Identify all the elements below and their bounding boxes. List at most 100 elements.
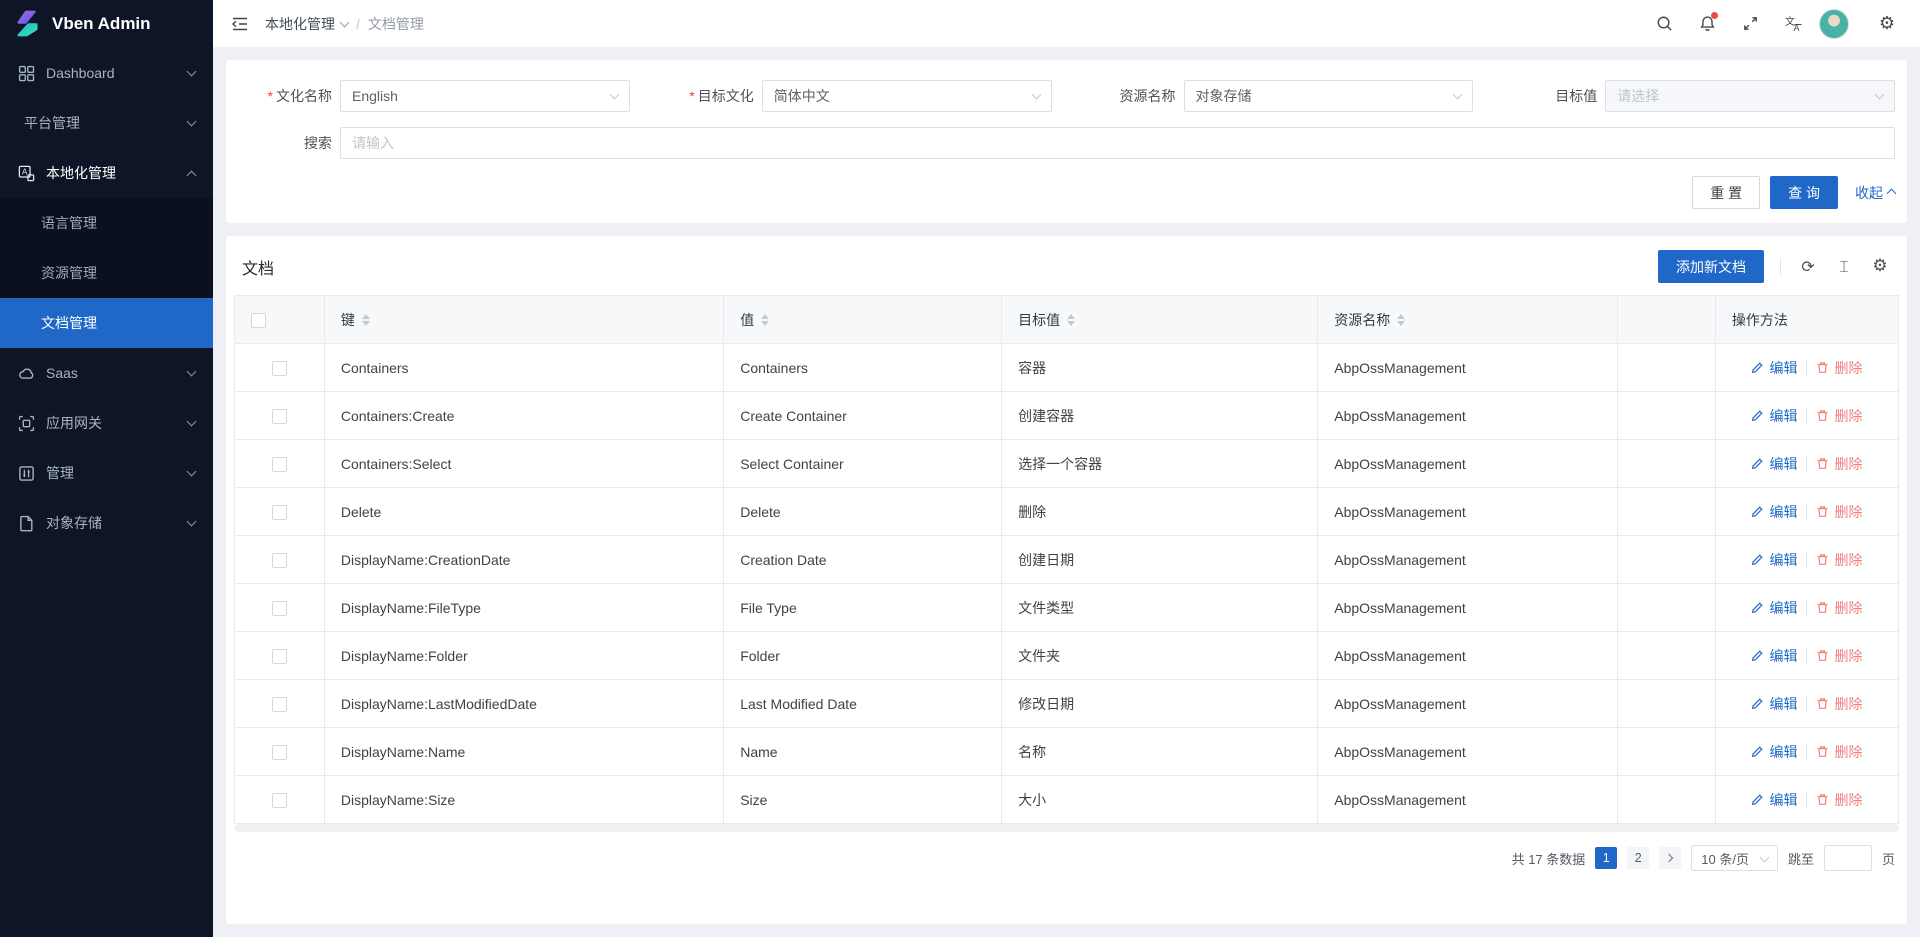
sidebar: Vben Admin Dashboard 平台管理 A 本地化管理 [0,0,213,937]
target-value-select[interactable]: 请选择 [1605,80,1895,112]
cell-value: Folder [724,632,1002,680]
settings-gear-icon[interactable]: ⚙ [1870,7,1904,41]
table-row[interactable]: DisplayName:Size Size 大小 AbpOssManagemen… [235,776,1899,824]
table-row[interactable]: DisplayName:FileType File Type 文件类型 AbpO… [235,584,1899,632]
filter-actions: 重 置 查 询 收起 [226,176,1895,209]
page-button-1[interactable]: 1 [1595,847,1617,869]
delete-button[interactable]: 删除 [1816,742,1862,762]
jump-prefix-label: 跳至 [1788,849,1814,868]
row-checkbox[interactable] [272,697,287,712]
sidebar-item-gateway[interactable]: 应用网关 [0,398,213,448]
row-checkbox[interactable] [272,361,287,376]
cell-blank [1617,632,1715,680]
cell-value: Size [724,776,1002,824]
delete-button[interactable]: 删除 [1816,550,1862,570]
column-settings-gear-icon[interactable]: ⚙ [1869,256,1891,278]
row-checkbox[interactable] [272,793,287,808]
sort-icon[interactable] [1067,314,1075,326]
row-checkbox[interactable] [272,745,287,760]
edit-button[interactable]: 编辑 [1751,454,1797,474]
refresh-icon[interactable]: ⟳ [1797,256,1819,278]
delete-button[interactable]: 删除 [1816,598,1862,618]
field-resource-name: 资源名称 对象存储 [1070,80,1474,112]
edit-button[interactable]: 编辑 [1751,790,1797,810]
edit-button[interactable]: 编辑 [1751,550,1797,570]
culture-name-select[interactable]: English [340,80,630,112]
delete-button[interactable]: 删除 [1816,502,1862,522]
edit-pencil-icon [1751,505,1764,518]
sidebar-item-language-management[interactable]: 语言管理 [0,198,213,248]
breadcrumb-parent[interactable]: 本地化管理 [265,14,348,34]
row-checkbox[interactable] [272,505,287,520]
next-page-button[interactable] [1659,847,1681,869]
sidebar-item-admin[interactable]: 管理 [0,448,213,498]
cell-blank [1617,680,1715,728]
table-row[interactable]: DisplayName:Folder Folder 文件夹 AbpOssMana… [235,632,1899,680]
user-avatar[interactable] [1819,9,1849,39]
table-row[interactable]: DisplayName:LastModifiedDate Last Modifi… [235,680,1899,728]
edit-button[interactable]: 编辑 [1751,646,1797,666]
query-button[interactable]: 查 询 [1770,176,1838,209]
edit-button[interactable]: 编辑 [1751,598,1797,618]
sidebar-item-resource-management[interactable]: 资源管理 [0,248,213,298]
search-input[interactable] [340,127,1895,159]
sort-icon[interactable] [362,314,370,326]
fullscreen-icon[interactable] [1733,7,1767,41]
jump-page-input[interactable] [1824,845,1872,871]
field-label: 文化名称 [276,88,332,104]
field-label: 目标值 [1491,86,1597,106]
column-header-value: 值 [740,310,754,330]
edit-button[interactable]: 编辑 [1751,742,1797,762]
sidebar-item-dashboard[interactable]: Dashboard [0,48,213,98]
edit-button[interactable]: 编辑 [1751,406,1797,426]
row-checkbox[interactable] [272,649,287,664]
sidebar-item-document-management[interactable]: 文档管理 [0,298,213,348]
edit-button[interactable]: 编辑 [1751,358,1797,378]
table-row[interactable]: Containers Containers 容器 AbpOssManagemen… [235,344,1899,392]
delete-button[interactable]: 删除 [1816,358,1862,378]
row-checkbox[interactable] [272,601,287,616]
sidebar-item-localization[interactable]: A 本地化管理 [0,148,213,198]
required-asterisk: * [268,88,273,104]
translate-icon[interactable]: 文 A [1776,7,1810,41]
reset-button[interactable]: 重 置 [1692,176,1760,209]
row-checkbox[interactable] [272,457,287,472]
table-row[interactable]: DisplayName:Name Name 名称 AbpOssManagemen… [235,728,1899,776]
target-culture-select[interactable]: 简体中文 [762,80,1052,112]
delete-button[interactable]: 删除 [1816,454,1862,474]
page-button-2[interactable]: 2 [1627,847,1649,869]
search-icon[interactable] [1647,7,1681,41]
row-checkbox[interactable] [272,553,287,568]
page-size-select[interactable]: 10 条/页 [1691,845,1778,871]
file-icon [18,515,35,532]
row-height-icon[interactable]: ⌶ [1833,256,1855,278]
add-document-button[interactable]: 添加新文档 [1658,250,1764,283]
table-row[interactable]: Delete Delete 删除 AbpOssManagement 编辑 删除 [235,488,1899,536]
horizontal-scrollbar[interactable] [234,824,1899,832]
edit-button[interactable]: 编辑 [1751,694,1797,714]
sidebar-fold-icon[interactable] [229,13,251,35]
edit-button[interactable]: 编辑 [1751,502,1797,522]
delete-button[interactable]: 删除 [1816,646,1862,666]
delete-button[interactable]: 删除 [1816,694,1862,714]
table-row[interactable]: DisplayName:CreationDate Creation Date 创… [235,536,1899,584]
edit-pencil-icon [1751,457,1764,470]
notification-bell-icon[interactable] [1690,7,1724,41]
sidebar-item-platform[interactable]: 平台管理 [0,98,213,148]
sort-icon[interactable] [1397,314,1405,326]
sidebar-item-saas[interactable]: Saas [0,348,213,398]
resource-name-select[interactable]: 对象存储 [1184,80,1474,112]
app-logo[interactable]: Vben Admin [0,0,213,48]
sidebar-item-object-storage[interactable]: 对象存储 [0,498,213,548]
row-checkbox[interactable] [272,409,287,424]
edit-pencil-icon [1751,793,1764,806]
delete-button[interactable]: 删除 [1816,406,1862,426]
sort-icon[interactable] [761,314,769,326]
select-all-checkbox[interactable] [251,313,266,328]
collapse-link[interactable]: 收起 [1855,183,1895,203]
delete-trash-icon [1816,361,1829,374]
table-row[interactable]: Containers:Select Select Container 选择一个容… [235,440,1899,488]
table-row[interactable]: Containers:Create Create Container 创建容器 … [235,392,1899,440]
gateway-icon [18,415,35,432]
delete-button[interactable]: 删除 [1816,790,1862,810]
